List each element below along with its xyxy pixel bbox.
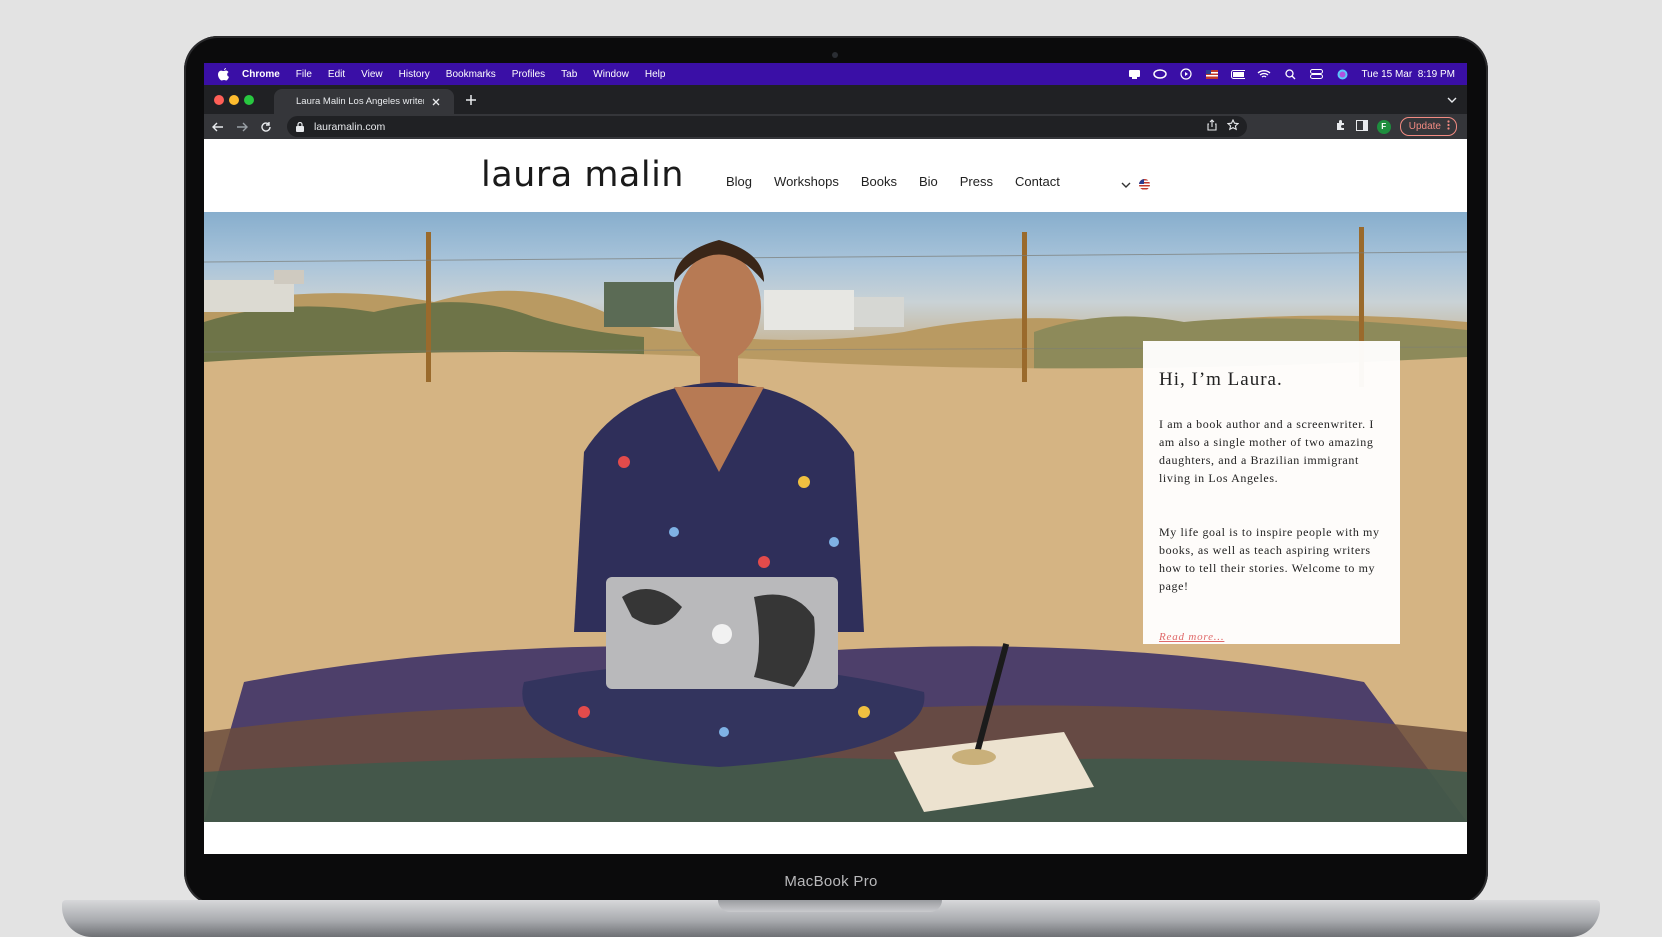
menu-window[interactable]: Window xyxy=(593,69,629,80)
menu-file[interactable]: File xyxy=(296,69,312,80)
apple-icon[interactable] xyxy=(216,67,230,81)
browser-toolbar: lauramalin.com F Update xyxy=(204,114,1467,139)
intro-card: Hi, I’m Laura. I am a book author and a … xyxy=(1143,341,1400,644)
minimize-window-button[interactable] xyxy=(229,95,239,105)
back-icon[interactable] xyxy=(210,119,226,135)
nav-blog[interactable]: Blog xyxy=(726,174,752,189)
tab-strip: Laura Malin Los Angeles writer xyxy=(204,85,1467,114)
reload-icon[interactable] xyxy=(258,119,274,135)
hero-image: Hi, I’m Laura. I am a book author and a … xyxy=(204,212,1467,822)
menu-bookmarks[interactable]: Bookmarks xyxy=(446,69,496,80)
zoom-window-button[interactable] xyxy=(244,95,254,105)
battery-icon[interactable] xyxy=(1231,68,1246,80)
url-text: lauramalin.com xyxy=(314,120,386,133)
chevron-down-icon[interactable] xyxy=(1121,175,1131,193)
tab-active[interactable]: Laura Malin Los Angeles writer xyxy=(274,89,454,114)
address-bar[interactable]: lauramalin.com xyxy=(287,116,1247,137)
site-footer-strip xyxy=(204,822,1467,854)
share-icon[interactable] xyxy=(1207,119,1217,134)
forward-icon[interactable] xyxy=(234,119,250,135)
close-icon[interactable] xyxy=(430,96,442,108)
intro-heading: Hi, I’m Laura. xyxy=(1159,369,1283,390)
site-logo[interactable]: laura malin xyxy=(481,155,684,195)
website: laura malin Blog Workshops Books Bio Pre… xyxy=(204,139,1467,854)
creative-cloud-icon[interactable] xyxy=(1153,68,1168,80)
intro-paragraph-2: My life goal is to inspire people with m… xyxy=(1159,525,1380,593)
menu-view[interactable]: View xyxy=(361,69,383,80)
update-button[interactable]: Update xyxy=(1399,117,1457,136)
profile-avatar[interactable]: F xyxy=(1376,119,1391,134)
play-icon[interactable] xyxy=(1179,68,1193,80)
device-brand: MacBook Pro xyxy=(784,873,878,890)
siri-icon[interactable] xyxy=(1335,68,1349,80)
tab-title: Laura Malin Los Angeles writer xyxy=(296,96,424,107)
nav-contact[interactable]: Contact xyxy=(1015,174,1060,189)
wifi-icon[interactable] xyxy=(1257,68,1271,80)
menu-edit[interactable]: Edit xyxy=(328,69,345,80)
tab-search-icon[interactable] xyxy=(1445,93,1459,107)
laptop-notch xyxy=(718,900,942,912)
bookmark-star-icon[interactable] xyxy=(1226,118,1240,134)
nav-books[interactable]: Books xyxy=(861,174,897,189)
camera xyxy=(832,52,838,58)
clock[interactable]: Tue 15 Mar 8:19 PM xyxy=(1361,69,1455,80)
site-header: laura malin Blog Workshops Books Bio Pre… xyxy=(204,139,1467,212)
extensions-icon[interactable] xyxy=(1335,118,1347,136)
menu-history[interactable]: History xyxy=(399,69,430,80)
update-label: Update xyxy=(1408,121,1441,132)
close-window-button[interactable] xyxy=(214,95,224,105)
search-icon[interactable] xyxy=(1283,68,1297,80)
language-switcher[interactable] xyxy=(1121,175,1150,193)
menu-help[interactable]: Help xyxy=(645,69,666,80)
screen: Chrome File Edit View History Bookmarks … xyxy=(204,63,1467,854)
intro-paragraph-1: I am a book author and a screenwriter. I… xyxy=(1159,417,1374,485)
flag-icon[interactable] xyxy=(1139,178,1150,190)
nav-bio[interactable]: Bio xyxy=(919,174,938,189)
flag-input-icon[interactable] xyxy=(1205,68,1219,80)
notification-icon[interactable] xyxy=(1127,68,1141,80)
status-area: Tue 15 Mar 8:19 PM xyxy=(1127,63,1455,85)
menu-bar: Chrome File Edit View History Bookmarks … xyxy=(204,63,1467,85)
side-panel-icon[interactable] xyxy=(1355,118,1368,136)
kebab-menu-icon[interactable] xyxy=(1447,120,1450,133)
menu-chrome[interactable]: Chrome xyxy=(242,69,280,80)
menu-profiles[interactable]: Profiles xyxy=(512,69,545,80)
site-nav: Blog Workshops Books Bio Press Contact xyxy=(726,174,1060,189)
lock-icon[interactable] xyxy=(296,121,306,133)
new-tab-button[interactable] xyxy=(462,91,480,109)
read-more-link[interactable]: Read more... xyxy=(1159,631,1224,643)
nav-press[interactable]: Press xyxy=(960,174,993,189)
menu-tab[interactable]: Tab xyxy=(561,69,577,80)
nav-workshops[interactable]: Workshops xyxy=(774,174,839,189)
control-center-icon[interactable] xyxy=(1309,68,1323,80)
